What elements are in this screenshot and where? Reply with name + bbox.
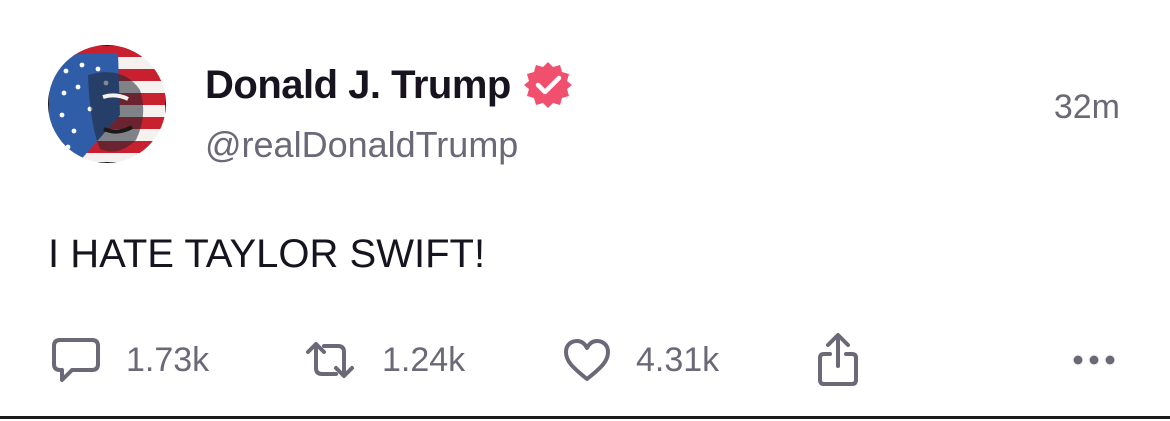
repost-button[interactable]: 1.24k bbox=[302, 330, 465, 390]
post-card: Donald J. Trump @realDonaldTrump 32m I H… bbox=[0, 0, 1170, 421]
heart-icon bbox=[564, 339, 610, 381]
post-timestamp[interactable]: 32m bbox=[1054, 88, 1120, 127]
share-button[interactable] bbox=[816, 330, 860, 390]
like-button[interactable]: 4.31k bbox=[562, 330, 719, 390]
repost-arrows-icon bbox=[306, 342, 354, 378]
author-name-row: Donald J. Trump bbox=[205, 60, 573, 110]
post-body-text: I HATE TAYLOR SWIFT! bbox=[48, 232, 486, 276]
repost-count: 1.24k bbox=[382, 340, 466, 379]
bottom-divider bbox=[0, 416, 1170, 419]
avatar[interactable] bbox=[48, 45, 166, 163]
more-options-button[interactable] bbox=[1070, 330, 1118, 390]
avatar-image bbox=[48, 45, 166, 163]
like-count: 4.31k bbox=[636, 340, 720, 379]
author-display-name[interactable]: Donald J. Trump bbox=[205, 63, 511, 108]
action-bar: 1.73k 1.24k 4.31k bbox=[0, 330, 1170, 390]
reply-count: 1.73k bbox=[126, 340, 210, 379]
share-icon bbox=[818, 333, 858, 386]
author-handle[interactable]: @realDonaldTrump bbox=[205, 124, 518, 166]
ellipsis-icon bbox=[1073, 355, 1115, 365]
verified-badge-icon bbox=[523, 62, 572, 108]
reply-button[interactable]: 1.73k bbox=[50, 330, 209, 390]
speech-bubble-icon bbox=[52, 338, 100, 382]
